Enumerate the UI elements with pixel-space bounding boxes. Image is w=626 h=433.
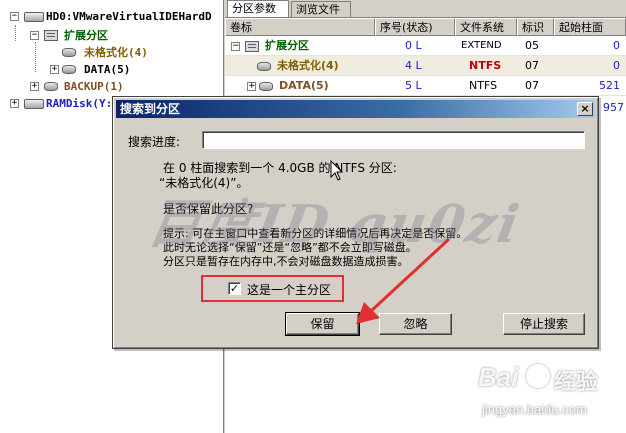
column-header[interactable]: 序号(状态) [375,18,455,36]
column-header[interactable]: 卷标 [225,18,375,36]
stop-search-button[interactable]: 停止搜索 [503,313,585,335]
button-label: 保留 [310,317,335,331]
partition-icon [62,48,76,57]
dialog-title: 搜索到分区 [120,102,181,116]
expand-icon[interactable]: + [10,99,19,108]
tree-item-label: BACKUP(1) [64,80,124,93]
row-fs: NTFS [469,59,502,72]
collapse-icon[interactable]: − [231,42,240,51]
expand-icon[interactable]: + [247,82,256,91]
partition-icon [259,82,273,91]
expand-icon[interactable]: + [50,65,59,74]
baidu-brand: Bai [478,362,519,392]
table-row[interactable]: + DATA(5) 5 L NTFS 07 521 [225,76,626,96]
row-seq: 5 L [405,79,422,92]
row-label: 扩展分区 [265,39,309,52]
row-seq: 4 L [405,59,422,72]
extended-partition-icon [44,30,58,41]
tree-item-label: 未格式化(4) [82,44,150,61]
mouse-cursor-icon [330,160,343,181]
row-id: 07 [525,59,539,72]
search-progress-bar [202,131,585,149]
row-id: 07 [525,79,539,92]
tree-item-backup[interactable]: + BACKUP(1) [0,78,224,95]
row-start: 521 [599,79,620,92]
row-fs: EXTEND [461,40,502,51]
collapse-icon[interactable]: − [10,12,19,21]
column-header[interactable]: 文件系统 [455,18,517,36]
row-label: 未格式化(4) [277,59,339,72]
button-label: 停止搜索 [519,317,568,331]
tree-item-extended[interactable]: − 扩展分区 [0,27,224,44]
tree-item-label: 扩展分区 [64,29,108,42]
row-label: DATA(5) [279,79,329,92]
primary-partition-label[interactable]: 这是一个主分区 [247,281,331,298]
extended-partition-icon [245,41,259,52]
table-row[interactable]: − 扩展分区 0 L EXTEND 05 0 [225,36,626,56]
tree-item-label: RAMDisk(Y: [46,97,113,110]
table-row[interactable]: 未格式化(4) 4 L NTFS 07 0 [225,56,626,76]
check-icon: ✓ [229,282,240,295]
expand-icon[interactable]: + [30,82,39,91]
column-header[interactable]: 起始柱面 [554,18,626,36]
tree-item-label: DATA(5) [84,63,131,76]
tab-label: 分区参数 [232,2,276,15]
ram-disk-icon [24,99,44,109]
row-start: 0 [613,39,620,52]
column-header[interactable]: 标识 [517,18,554,36]
close-button[interactable]: × [577,102,593,116]
partition-icon [257,62,271,71]
baidu-url: jingyan.baidu.com [482,402,587,417]
primary-partition-checkbox[interactable]: ✓ [228,282,241,295]
tree-item-disk0[interactable]: − HD0:VMwareVirtualIDEHardD [0,8,224,25]
table-header: 卷标 序号(状态) 文件系统 标识 起始柱面 [225,18,626,36]
paw-icon [526,364,550,388]
baidu-logo: Bai 经验 jingyan.baidu.com [468,362,626,433]
button-label: 忽略 [403,317,428,331]
hard-disk-icon [24,12,44,22]
baidu-jingyan: 经验 [554,370,599,395]
collapse-icon[interactable]: − [30,31,39,40]
tree-item-data[interactable]: + DATA(5) [0,61,224,78]
dialog-titlebar[interactable]: 搜索到分区 × [116,100,595,118]
tab-partition-params[interactable]: 分区参数 [227,0,289,18]
tree-item-label: HD0:VMwareVirtualIDEHardD [46,10,212,23]
partition-icon [62,65,76,74]
row-fs: NTFS [469,79,498,92]
row-start-partial: 957 [603,101,624,114]
keep-button[interactable]: 保留 [285,312,360,336]
watermark-text: 百度ID qu0zi [143,194,526,255]
partition-icon [44,82,58,91]
row-seq: 0 L [405,39,422,52]
row-start: 0 [613,59,620,72]
tab-browse-files[interactable]: 浏览文件 [291,1,351,18]
row-id: 05 [525,39,539,52]
ignore-button[interactable]: 忽略 [379,313,452,335]
close-icon: × [580,102,590,115]
hint-text: 分区只是暂存在内存中,不会对磁盘数据造成损害。 [163,255,409,268]
tree-item-unformatted[interactable]: 未格式化(4) [0,44,224,61]
tab-label: 浏览文件 [296,3,340,16]
progress-label: 搜索进度: [128,135,181,149]
